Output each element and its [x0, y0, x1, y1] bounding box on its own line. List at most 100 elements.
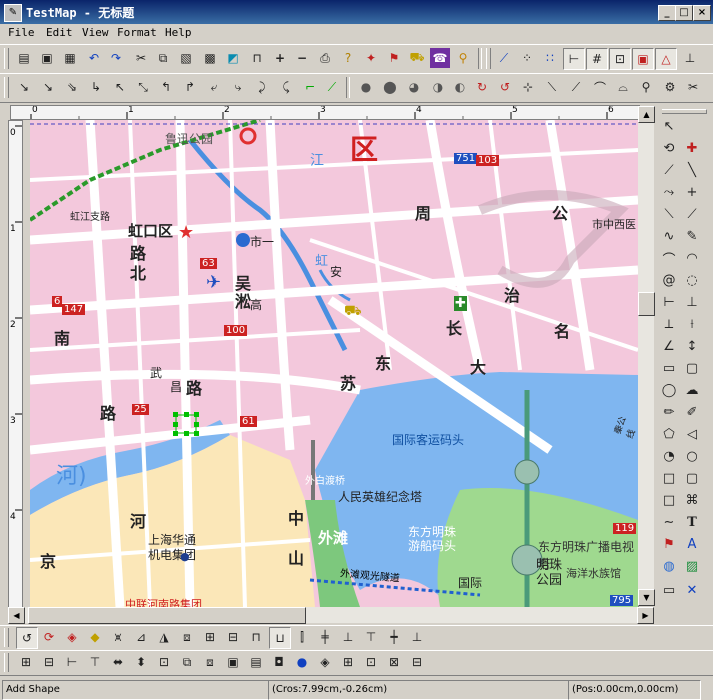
image-icon[interactable]: ▨ — [682, 556, 702, 576]
angle-icon[interactable]: ∠ — [659, 336, 679, 356]
cut-shape-icon[interactable]: ✂ — [683, 77, 703, 97]
back-icon[interactable]: ▤ — [246, 652, 266, 672]
order5-icon[interactable]: ⊟ — [407, 652, 427, 672]
arc-tool-icon[interactable]: ⌒ — [590, 77, 610, 97]
arrow-dim-icon[interactable]: ↕ — [682, 336, 702, 356]
save-icon[interactable]: ▦ — [60, 48, 80, 68]
cut-icon[interactable]: ✂ — [131, 48, 151, 68]
toolbar-grip-5[interactable] — [4, 653, 9, 672]
minimize-button[interactable]: _ — [658, 5, 676, 21]
delete-x-icon[interactable]: ✕ — [682, 580, 702, 600]
dimension-h-icon[interactable]: ⊢ — [659, 292, 679, 312]
undo-icon[interactable]: ↶ — [84, 48, 104, 68]
scroll-down-button[interactable]: ▼ — [638, 589, 655, 606]
line-tool-icon[interactable]: ⟍ — [542, 77, 562, 97]
ellipse-icon[interactable]: ○ — [682, 446, 702, 466]
align2-icon[interactable]: ⊞ — [200, 627, 220, 647]
warning-icon[interactable]: △ — [655, 48, 677, 70]
menu-file[interactable]: File — [8, 26, 35, 39]
polygon2-icon[interactable]: ◁ — [682, 424, 702, 444]
rotate-cw-icon[interactable]: ↻ — [472, 77, 492, 97]
align-middle-icon[interactable]: ┿ — [384, 627, 404, 647]
grid-dots-icon[interactable]: ⁘ — [517, 48, 537, 68]
blob3-icon[interactable]: ◕ — [404, 77, 424, 97]
connector-arrow-icon[interactable]: ↘ — [38, 77, 58, 97]
phone-icon[interactable]: ☎ — [430, 48, 450, 68]
vertical-scrollbar[interactable]: ▲ ▼ — [638, 106, 655, 606]
rect-mode-icon[interactable]: ▣ — [632, 48, 654, 70]
app-icon[interactable]: ✎ — [4, 4, 22, 22]
toolbar-grip[interactable] — [4, 48, 9, 69]
print2-icon[interactable]: ⎙ — [315, 48, 335, 68]
flip-v-icon[interactable]: ◆ — [85, 627, 105, 647]
polygon-icon[interactable]: ⬠ — [659, 424, 679, 444]
circle-arc-icon[interactable]: ◠ — [682, 248, 702, 268]
menu-format[interactable]: Format — [117, 26, 157, 39]
snap-icon[interactable]: ∷ — [540, 48, 560, 68]
backward-icon[interactable]: ● — [292, 652, 312, 672]
lock-icon[interactable]: ⊓ — [246, 627, 266, 647]
line-icon[interactable]: ╲ — [682, 160, 702, 180]
toolbar-grip-3[interactable] — [4, 77, 9, 98]
dimension-a-icon[interactable]: ⟂ — [659, 314, 679, 334]
more-icon[interactable]: ⊥ — [680, 48, 700, 68]
arc-icon[interactable]: ⌒ — [659, 248, 679, 268]
menu-help[interactable]: Help — [165, 26, 192, 39]
connector-both-icon[interactable]: ⤡ — [133, 77, 153, 97]
copy-icon[interactable]: ⧉ — [153, 48, 173, 68]
pencil-icon[interactable]: ✏ — [659, 402, 679, 422]
open-icon[interactable]: ▣ — [37, 48, 57, 68]
same-height-icon[interactable]: ⬍ — [131, 652, 151, 672]
space-v-icon[interactable]: ⊟ — [39, 652, 59, 672]
toolbar-grip-2[interactable] — [486, 48, 491, 69]
crosshair-icon[interactable]: ⊢ — [563, 48, 585, 70]
blob1-icon[interactable]: ● — [356, 77, 376, 97]
connector-line-icon[interactable]: ↘ — [14, 77, 34, 97]
symbol-icon[interactable]: ⚑ — [384, 48, 404, 68]
scroll-up-button[interactable]: ▲ — [638, 106, 655, 123]
order2-icon[interactable]: ⊞ — [338, 652, 358, 672]
same-size-icon[interactable]: ⊡ — [154, 652, 174, 672]
rotate-ccw-icon[interactable]: ↺ — [495, 77, 515, 97]
blob5-icon[interactable]: ◐ — [450, 77, 470, 97]
scroll-left-button[interactable]: ◀ — [8, 607, 25, 624]
zoom-out-icon[interactable]: − — [292, 48, 312, 68]
brush-icon[interactable]: ✐ — [682, 402, 702, 422]
connector-elbow-icon[interactable]: ↳ — [86, 77, 106, 97]
flip-h-icon[interactable]: ◈ — [62, 627, 82, 647]
pen-icon[interactable]: ✎ — [682, 226, 702, 246]
callout1-icon[interactable]: ▭ — [659, 358, 679, 378]
bezier-icon[interactable]: ∿ — [659, 226, 679, 246]
spiral-icon[interactable]: @ — [659, 270, 679, 290]
space-h-icon[interactable]: ⊞ — [16, 652, 36, 672]
align-right-icon[interactable]: ⊥ — [338, 627, 358, 647]
polyline-icon[interactable]: ⟋ — [659, 160, 679, 180]
align-left-icon[interactable]: ⫿ — [292, 627, 312, 647]
dimension-b-icon[interactable]: ⟊ — [682, 314, 702, 334]
connector-curve3-icon[interactable]: ⤹ — [276, 77, 296, 97]
text-icon[interactable]: T — [682, 512, 702, 532]
ungroup-icon[interactable]: ⧈ — [200, 652, 220, 672]
paste-icon[interactable]: ▧ — [176, 48, 196, 68]
blob4-icon[interactable]: ◑ — [428, 77, 448, 97]
menu-view[interactable]: View — [82, 26, 109, 39]
callout4-icon[interactable]: ☁ — [682, 380, 702, 400]
connector-curve2-icon[interactable]: ⤸ — [252, 77, 272, 97]
tool-icon[interactable]: ⚙ — [660, 77, 680, 97]
zoom-in-icon[interactable]: + — [270, 48, 290, 68]
pie-icon[interactable]: ◔ — [659, 446, 679, 466]
callout3-icon[interactable]: ◯ — [659, 380, 679, 400]
free-rotate-icon[interactable]: ⟳ — [39, 627, 59, 647]
order4-icon[interactable]: ⊠ — [384, 652, 404, 672]
shape-icon[interactable]: ⌘ — [682, 490, 702, 510]
order1-icon[interactable]: ◈ — [315, 652, 335, 672]
diagonal2-icon[interactable]: ⟋ — [682, 204, 702, 224]
horizontal-scrollbar[interactable]: ◀ ▶ — [8, 607, 654, 624]
add-point-icon[interactable]: ⊹ — [518, 77, 538, 97]
scroll-right-button[interactable]: ▶ — [637, 607, 654, 624]
line-tool2-icon[interactable]: ⟋ — [566, 77, 586, 97]
frame-rect-icon[interactable]: ▭ — [659, 580, 679, 600]
size-h-icon[interactable]: ⊤ — [85, 652, 105, 672]
help-icon[interactable]: ? — [338, 48, 358, 68]
flag-icon[interactable]: ⚑ — [659, 534, 679, 554]
